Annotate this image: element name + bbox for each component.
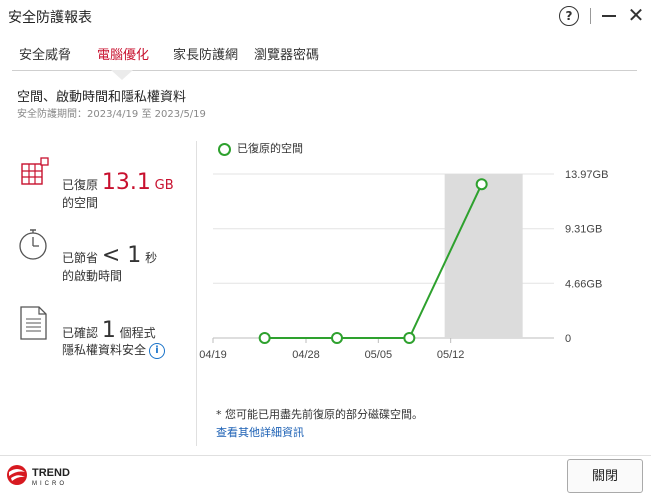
- bottom-bar: [0, 455, 651, 487]
- tab-browser-passwords[interactable]: 瀏覽器密碼: [254, 44, 319, 63]
- y-tick-label: 9.31GB: [565, 224, 602, 236]
- x-tick-label: 05/05: [365, 349, 393, 361]
- privacy-suffix-row: 隱私權資料安全 i: [62, 341, 166, 359]
- info-icon[interactable]: i: [149, 342, 166, 359]
- startup-prefix: 已節省: [62, 251, 99, 265]
- privacy-prefix: 已確認: [62, 326, 99, 340]
- data-point: [258, 332, 271, 344]
- privacy-unit: 個程式: [119, 326, 156, 340]
- privacy-suffix: 隱私權資料安全: [62, 343, 147, 357]
- x-tick-label: 04/19: [199, 349, 227, 361]
- section-title: 空間、啟動時間和隱私權資料: [17, 90, 187, 105]
- startup-unit: 秒: [145, 251, 158, 265]
- stopwatch-icon: [19, 229, 47, 260]
- startup-suffix: 的啟動時間: [62, 269, 123, 283]
- space-suffix: 的空間: [62, 196, 99, 210]
- space-unit: GB: [154, 178, 174, 193]
- data-point: [403, 332, 416, 344]
- tab-underline: [12, 70, 637, 71]
- x-tick-label: 05/12: [437, 349, 465, 361]
- space-value: 13.1: [101, 170, 151, 195]
- highlight-band: [444, 174, 523, 338]
- window-title: 安全防護報表: [8, 10, 92, 26]
- help-icon[interactable]: ?: [559, 6, 579, 26]
- titlebar-divider: [590, 8, 591, 24]
- space-recovered-stat: 已復原 13.1 GB: [62, 170, 174, 195]
- space-prefix: 已復原: [62, 178, 99, 192]
- tab-security-threats[interactable]: 安全威脅: [19, 44, 71, 63]
- privacy-stat: 已確認 1 個程式: [62, 318, 156, 343]
- document-icon: [20, 306, 47, 340]
- startup-saved-stat: 已節省 < 1 秒: [62, 243, 157, 268]
- y-tick-label: 13.97GB: [565, 169, 608, 181]
- title-bar: 安全防護報表 ? ✕: [0, 0, 651, 32]
- minimize-icon[interactable]: [602, 15, 616, 17]
- data-point: [475, 178, 488, 191]
- tab-pc-optimization[interactable]: 電腦優化: [97, 44, 149, 63]
- trend-micro-logo: TREND MICRO: [7, 465, 70, 487]
- close-button[interactable]: 關閉: [567, 459, 643, 493]
- active-tab-indicator: [111, 70, 133, 80]
- logo-line2: MICRO: [32, 481, 67, 487]
- more-details-link[interactable]: 查看其他詳細資訊: [216, 424, 304, 440]
- startup-value: < 1: [101, 243, 142, 268]
- x-tick-label: 04/28: [292, 349, 320, 361]
- close-icon[interactable]: ✕: [626, 4, 646, 26]
- footnote: * 您可能已用盡先前復原的部分磁碟空間。: [216, 408, 423, 421]
- grid-icon: [21, 157, 49, 185]
- logo-line1: TREND: [32, 467, 70, 479]
- space-recovered-chart: 0 4.66GB 9.31GB 13.97GB 04/19 04/28 05/05 05/1…: [199, 169, 608, 361]
- privacy-value: 1: [101, 318, 116, 343]
- data-point: [331, 332, 343, 344]
- y-tick-label: 0: [565, 333, 571, 345]
- protection-period: 安全防護期間：2023/4/19 至 2023/5/19: [17, 109, 206, 120]
- tab-parental-controls[interactable]: 家長防護網: [173, 44, 238, 63]
- y-tick-label: 4.66GB: [565, 278, 602, 290]
